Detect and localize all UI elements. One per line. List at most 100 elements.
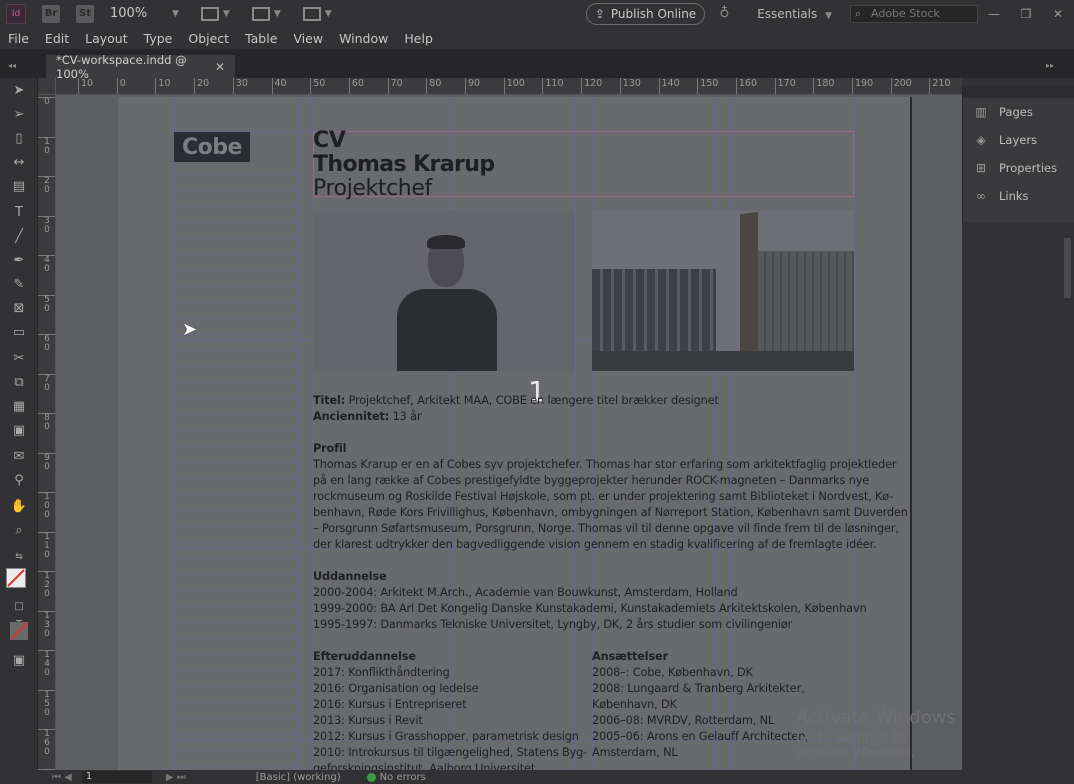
efteruddannelse-line[interactable]: 2016: Kursus i Entrepriseret [313,697,467,713]
rectangle-frame-tool-icon[interactable]: ⊠ [10,300,28,318]
ansaettelser-heading[interactable]: Ansættelser [592,649,668,665]
minimize-icon[interactable]: — [978,7,1010,21]
restore-icon[interactable]: ❐ [1010,7,1042,21]
fill-swatch-icon[interactable] [6,568,26,588]
cv-role[interactable]: Projektchef [313,177,432,201]
view-options-icon[interactable] [200,6,219,21]
menu-table[interactable]: Table [245,31,277,46]
content-collector-icon[interactable]: ▤ [10,178,28,196]
uddannelse-line[interactable]: 2000-2004: Arkitekt M.Arch., Academie va… [313,585,738,601]
adobe-stock-search[interactable]: ⌕ Adobe Stock [850,4,978,23]
pencil-tool-icon[interactable]: ✎ [10,276,28,294]
menu-object[interactable]: Object [188,31,229,46]
preflight-status[interactable]: No errors [366,772,426,783]
preflight-profile[interactable]: [Basic] (working) [256,772,341,783]
profil-line[interactable]: Thomas Krarup er en af Cobes syv projekt… [313,457,897,473]
portrait-image[interactable] [313,211,575,371]
menu-type[interactable]: Type [144,31,173,46]
panel-pages[interactable]: ▥ Pages [963,98,1074,126]
panel-header[interactable] [963,86,1074,98]
profil-line[interactable]: rockmuseum og Roskilde Festival Højskole… [313,489,893,505]
apply-none-icon[interactable] [10,622,28,640]
zoom-tool-icon[interactable]: ⌕ [10,522,28,540]
workspace-switcher[interactable]: Essentials ▼ [757,7,832,21]
chevron-down-icon[interactable]: ▼ [274,9,281,19]
eyedropper-tool-icon[interactable]: ⚲ [10,472,28,490]
rectangle-tool-icon[interactable]: ▭ [10,324,28,342]
document-tab[interactable]: *CV-workspace.indd @ 100% ✕ [46,53,235,81]
titel-line[interactable]: Titel: Projektchef, Arkitekt MAA, COBE e… [313,393,719,409]
next-page-icon[interactable]: ▶ ⏭ [166,772,186,783]
zoom-level[interactable]: 100% [110,6,168,21]
page-tool-icon[interactable]: ▯ [10,130,28,148]
collapse-panels-icon[interactable]: ▸▸ [1046,61,1054,70]
selection-tool-icon[interactable]: ➤ [10,82,28,100]
panel-layers[interactable]: ◈ Layers [963,126,1074,154]
efteruddannelse-heading[interactable]: Efteruddannelse [313,649,416,665]
uddannelse-line[interactable]: 1999-2000: BA Arl Det Kongelig Danske Ku… [313,601,867,617]
document-page[interactable]: Cobe CV Thomas Krarup Projektchef 1 Tite… [118,97,910,770]
panel-properties[interactable]: ⊞ Properties [963,154,1074,182]
scissors-tool-icon[interactable]: ✂ [10,350,28,368]
efteruddannelse-line[interactable]: 2013: Kursus i Revit [313,713,423,729]
stock-button[interactable]: St [76,4,94,23]
horizontal-ruler[interactable]: 10 0 10 20 30 40 50 60 70 80 90 100 110 120 130 140 150 1… [56,78,962,95]
menu-view[interactable]: View [293,31,323,46]
menu-layout[interactable]: Layout [85,31,128,46]
ansaettelser-line[interactable]: 2008–: Cobe, København, DK [592,665,753,681]
type-tool-icon[interactable]: T [10,204,28,222]
lightbulb-icon[interactable]: ♁ [719,5,733,23]
vertical-ruler[interactable]: 0 1 0 2 0 3 0 4 0 5 0 6 0 7 0 8 0 9 0 1 0 0 1 1 0 1 … [38,95,56,770]
screen-mode-icon[interactable]: ▣ [10,652,28,670]
scrollbar-thumb[interactable] [1064,238,1071,298]
direct-selection-tool-icon[interactable]: ➢ [10,106,28,124]
line-tool-icon[interactable]: ╱ [10,228,28,246]
page-number-field[interactable]: 1 [81,771,152,783]
ruler-origin[interactable] [38,78,56,95]
ansaettelser-line[interactable]: Amsterdam, NL [592,745,678,761]
first-page-icon[interactable]: ⏮ ◀ [52,772,72,783]
ansaettelser-line[interactable]: 2005–06: Arons en Gelauff Architecten, [592,729,809,745]
cv-title[interactable]: CV [313,129,346,153]
collapse-tools-icon[interactable]: ◂◂ [8,61,16,70]
publish-online-button[interactable]: ⇪ Publish Online [585,2,706,25]
ansaettelser-line[interactable]: København, DK [592,697,677,713]
hand-tool-icon[interactable]: ✋ [10,498,28,516]
profil-line[interactable]: på en lang række af Cobes prestigefyldte… [313,473,869,489]
gradient-swatch-tool-icon[interactable]: ▦ [10,398,28,416]
profil-heading[interactable]: Profil [313,441,347,457]
screen-mode-icon[interactable] [251,6,270,21]
uddannelse-line[interactable]: 1995-1997: Danmarks Tekniske Universitet… [313,617,792,633]
free-transform-tool-icon[interactable]: ⧉ [10,374,28,392]
chevron-down-icon[interactable]: ▼ [325,9,332,19]
vertical-scrollbar[interactable] [1062,230,1074,770]
profil-line[interactable]: – Porsgrunn Søfartsmuseum, Porsgrunn, No… [313,521,899,537]
close-icon[interactable]: ✕ [1042,7,1074,21]
cv-name[interactable]: Thomas Krarup [313,153,495,177]
efteruddannelse-line[interactable]: 2016: Organisation og ledelse [313,681,479,697]
default-fill-stroke-icon[interactable]: ⇆ [10,548,28,566]
chevron-down-icon[interactable]: ▼ [223,9,230,19]
close-tab-icon[interactable]: ✕ [215,60,225,74]
efteruddannelse-line[interactable]: 2017: Konflikthåndtering [313,665,450,681]
gradient-feather-tool-icon[interactable]: ▣ [10,422,28,440]
arrange-documents-icon[interactable] [302,6,321,21]
menu-window[interactable]: Window [339,31,388,46]
efteruddannelse-line[interactable]: 2010: Introkursus til tilgængelighed, St… [313,745,587,761]
ansaettelser-line[interactable]: 2006–08: MVRDV, Rotterdam, NL [592,713,774,729]
pen-tool-icon[interactable]: ✒ [10,252,28,270]
efteruddannelse-line[interactable]: 2012: Kursus i Grasshopper, parametrisk … [313,729,579,745]
note-tool-icon[interactable]: ✉ [10,448,28,466]
menu-edit[interactable]: Edit [45,31,69,46]
formatting-affects-text-icon[interactable]: □ T [10,598,28,630]
efteruddannelse-line[interactable]: geforskningsinstitut, Aalborg Universite… [313,761,535,770]
uddannelse-heading[interactable]: Uddannelse [313,569,387,585]
chevron-down-icon[interactable]: ▼ [172,9,179,19]
profil-line[interactable]: benhavn, Røde Kors Frivillighus, Københa… [313,505,908,521]
menu-help[interactable]: Help [404,31,433,46]
gap-tool-icon[interactable]: ↔ [10,154,28,172]
bridge-button[interactable]: Br [42,4,60,23]
pasteboard[interactable]: Cobe CV Thomas Krarup Projektchef 1 Tite… [56,95,962,770]
menu-file[interactable]: File [8,31,29,46]
panel-links[interactable]: ∞ Links [963,182,1074,210]
